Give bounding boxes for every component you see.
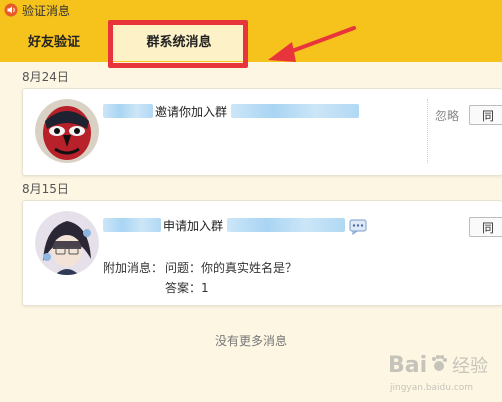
question-text: 问题：你的真实姓名是？ xyxy=(165,261,298,275)
redacted-group-name xyxy=(231,104,359,118)
message-action-text: 邀请你加入群 xyxy=(155,105,228,119)
message-action-text: 申请加入群 xyxy=(163,219,224,233)
ignore-button[interactable]: 忽略 xyxy=(435,107,459,124)
answer-text: 答案：1 xyxy=(165,281,209,295)
date-label: 8月15日 xyxy=(22,182,69,196)
tab-friend-verification[interactable]: 好友验证 xyxy=(14,25,94,61)
agree-button[interactable]: 同 xyxy=(469,217,502,237)
message-card: 申请加入群 附加消息： 问题：你的真实姓名是？ 答案：1 同 xyxy=(22,200,502,306)
chat-bubble-icon[interactable] xyxy=(349,219,367,235)
date-label: 8月24日 xyxy=(22,70,69,84)
speaker-icon xyxy=(4,3,18,17)
redacted-group-name xyxy=(227,218,345,232)
annotation-arrow xyxy=(268,26,356,62)
agree-button[interactable]: 同 xyxy=(469,105,502,125)
baidu-jingyan-watermark: Bai 经验 jingyan.baidu.com xyxy=(388,353,488,393)
redacted-username xyxy=(103,218,161,232)
message-card: 邀请你加入群 忽略 同 xyxy=(22,88,502,176)
watermark-brand-cn: 经验 xyxy=(452,356,488,377)
divider xyxy=(427,99,428,163)
tab-group-system-messages[interactable]: 群系统消息 xyxy=(112,25,246,61)
watermark-brand: Bai xyxy=(388,353,427,378)
avatar[interactable] xyxy=(35,99,99,163)
extra-message-label: 附加消息： xyxy=(103,261,164,275)
avatar[interactable] xyxy=(35,211,99,275)
watermark-url: jingyan.baidu.com xyxy=(389,383,473,393)
redacted-username xyxy=(103,104,153,118)
window-title: 验证消息 xyxy=(22,4,71,18)
header-bar: 验证消息 好友验证 群系统消息 xyxy=(0,0,502,62)
